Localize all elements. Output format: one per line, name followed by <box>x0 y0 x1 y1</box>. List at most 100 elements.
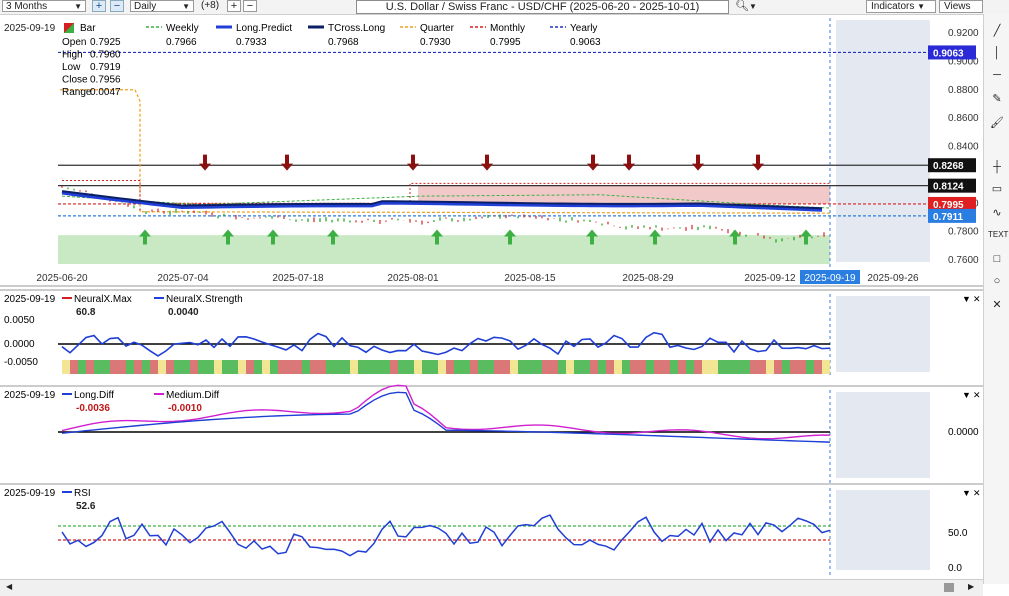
legend-value: 60.8 <box>76 307 96 318</box>
ohlc-value: 0.7956 <box>90 75 121 86</box>
neural-strip-cell <box>118 360 126 374</box>
neural-strip-cell <box>158 360 166 374</box>
neural-strip-cell <box>534 360 542 374</box>
vertical-line-tool[interactable]: │ <box>988 44 1006 62</box>
delete-drawings-button[interactable]: ✕ <box>988 296 1006 314</box>
neural-strip-cell <box>398 360 406 374</box>
neural-strip-cell <box>494 360 502 374</box>
overlay-count[interactable]: (+8) <box>198 0 224 12</box>
ellipse-tool[interactable]: ○ <box>988 272 1006 290</box>
horizontal-line-tool[interactable]: ─ <box>988 66 1006 84</box>
neural-strip-cell <box>558 360 566 374</box>
legend-value: 0.0040 <box>168 307 199 318</box>
views-button[interactable]: Views ▼ <box>939 0 983 23</box>
neural-strip-cell <box>222 360 230 374</box>
zoom-in-button[interactable]: + <box>92 0 106 12</box>
panel-close-icon: ✕ <box>973 488 981 498</box>
panel-collapse-icon: ▼ <box>962 488 971 498</box>
neural-strip-cell <box>806 360 814 374</box>
neural-strip-cell <box>550 360 558 374</box>
legend-value: 0.9063 <box>570 37 601 48</box>
neural-strip-cell <box>110 360 118 374</box>
views-label: Views <box>944 1 971 12</box>
neural-strip-cell <box>278 360 286 374</box>
neural-strip-cell <box>694 360 702 374</box>
neural-strip-cell <box>254 360 262 374</box>
price-label: 0.8268 <box>933 161 964 172</box>
bar-label: Bar <box>80 23 96 34</box>
chart-area[interactable]: 0.92000.90000.88000.86000.84000.80000.78… <box>0 14 983 579</box>
indicators-label: Indicators <box>871 1 915 12</box>
square-icon: □ <box>993 253 1001 265</box>
neural-strip-cell <box>214 360 222 374</box>
legend-name: Quarter <box>420 23 455 34</box>
ohlc-key: High <box>62 50 83 61</box>
neural-strip-cell <box>502 360 510 374</box>
measure-tool[interactable]: ┼ <box>988 158 1006 176</box>
neural-strip-cell <box>390 360 398 374</box>
ohlc-value: 0.7919 <box>90 62 121 73</box>
interval-select[interactable]: Daily ▼ <box>130 0 194 12</box>
ohlc-value: 0.7960 <box>90 50 121 61</box>
horizontal-scrollbar[interactable]: ◀ ▶ <box>0 579 983 596</box>
neural-strip-cell <box>78 360 86 374</box>
y-tick-label: 0.8600 <box>948 113 979 124</box>
add-overlay-button[interactable]: + <box>227 0 241 12</box>
neural-strip-cell <box>174 360 182 374</box>
chevron-down-icon: ▼ <box>182 2 190 11</box>
neural-strip-cell <box>542 360 550 374</box>
scroll-right-icon[interactable]: ▶ <box>968 582 974 591</box>
minus-icon: − <box>246 0 254 12</box>
legend-value: 52.6 <box>76 501 96 512</box>
diff-date: 2025-09-19 <box>4 390 56 401</box>
x-tick-label: 2025-08-15 <box>504 273 556 284</box>
diagonal-line-icon: ╱ <box>993 25 1001 37</box>
text-tool[interactable]: TEXT <box>988 226 1008 244</box>
pen-tool[interactable]: ✎ <box>988 90 1006 108</box>
scrollbar-thumb[interactable] <box>944 583 954 592</box>
callout-tool[interactable]: ▭ <box>988 180 1006 198</box>
rectangle-tool[interactable]: □ <box>988 250 1006 268</box>
neural-strip-cell <box>574 360 582 374</box>
neural-strip-cell <box>350 360 358 374</box>
range-select[interactable]: 3 Months ▼ <box>2 0 86 12</box>
legend-value: 0.7966 <box>166 37 197 48</box>
neural-strip-cell <box>462 360 470 374</box>
neural-strip-cell <box>142 360 150 374</box>
neural-strip-cell <box>638 360 646 374</box>
panel-close-icon: ✕ <box>973 390 981 400</box>
indicators-button[interactable]: Indicators ▼ <box>866 0 936 13</box>
legend-value: 0.7933 <box>236 37 267 48</box>
legend-value: 0.7995 <box>490 37 521 48</box>
vertical-line-icon: │ <box>993 47 1001 59</box>
brush-tool[interactable]: 🖌︎ <box>988 114 1006 132</box>
neural-strip-cell <box>630 360 638 374</box>
panel-close-icon: ✕ <box>973 294 981 304</box>
neural-strip-cell <box>166 360 174 374</box>
neural-strip-cell <box>734 360 742 374</box>
remove-overlay-button[interactable]: − <box>243 0 257 12</box>
neural-strip-cell <box>614 360 622 374</box>
scroll-left-icon[interactable]: ◀ <box>6 582 12 591</box>
y-tick-label: 0.9200 <box>948 28 979 39</box>
price-label: 0.8124 <box>933 182 964 193</box>
neural-strip-cell <box>374 360 382 374</box>
trendline-tool[interactable]: ╱ <box>988 22 1006 40</box>
neural-strip-cell <box>238 360 246 374</box>
neural-strip-cell <box>814 360 822 374</box>
zoom-out-button[interactable]: − <box>110 0 124 12</box>
neural-strip-cell <box>598 360 606 374</box>
neural-strip-cell <box>678 360 686 374</box>
legend-value: 0.7968 <box>328 37 359 48</box>
search-button[interactable]: 🔍︎▼ <box>735 0 763 13</box>
x-tick-label: 2025-08-29 <box>622 273 674 284</box>
x-tick-label: 2025-09-12 <box>744 273 796 284</box>
neural-strip-cell <box>718 360 726 374</box>
neural-strip-cell <box>670 360 678 374</box>
chart-title-field[interactable]: U.S. Dollar / Swiss Franc - USD/CHF (202… <box>356 0 729 14</box>
neural-strip-cell <box>302 360 310 374</box>
wave-tool[interactable]: ∿ <box>988 204 1006 222</box>
x-tick-label: 2025-07-18 <box>272 273 324 284</box>
neural-strip-cell <box>206 360 214 374</box>
neural-strip-cell <box>454 360 462 374</box>
